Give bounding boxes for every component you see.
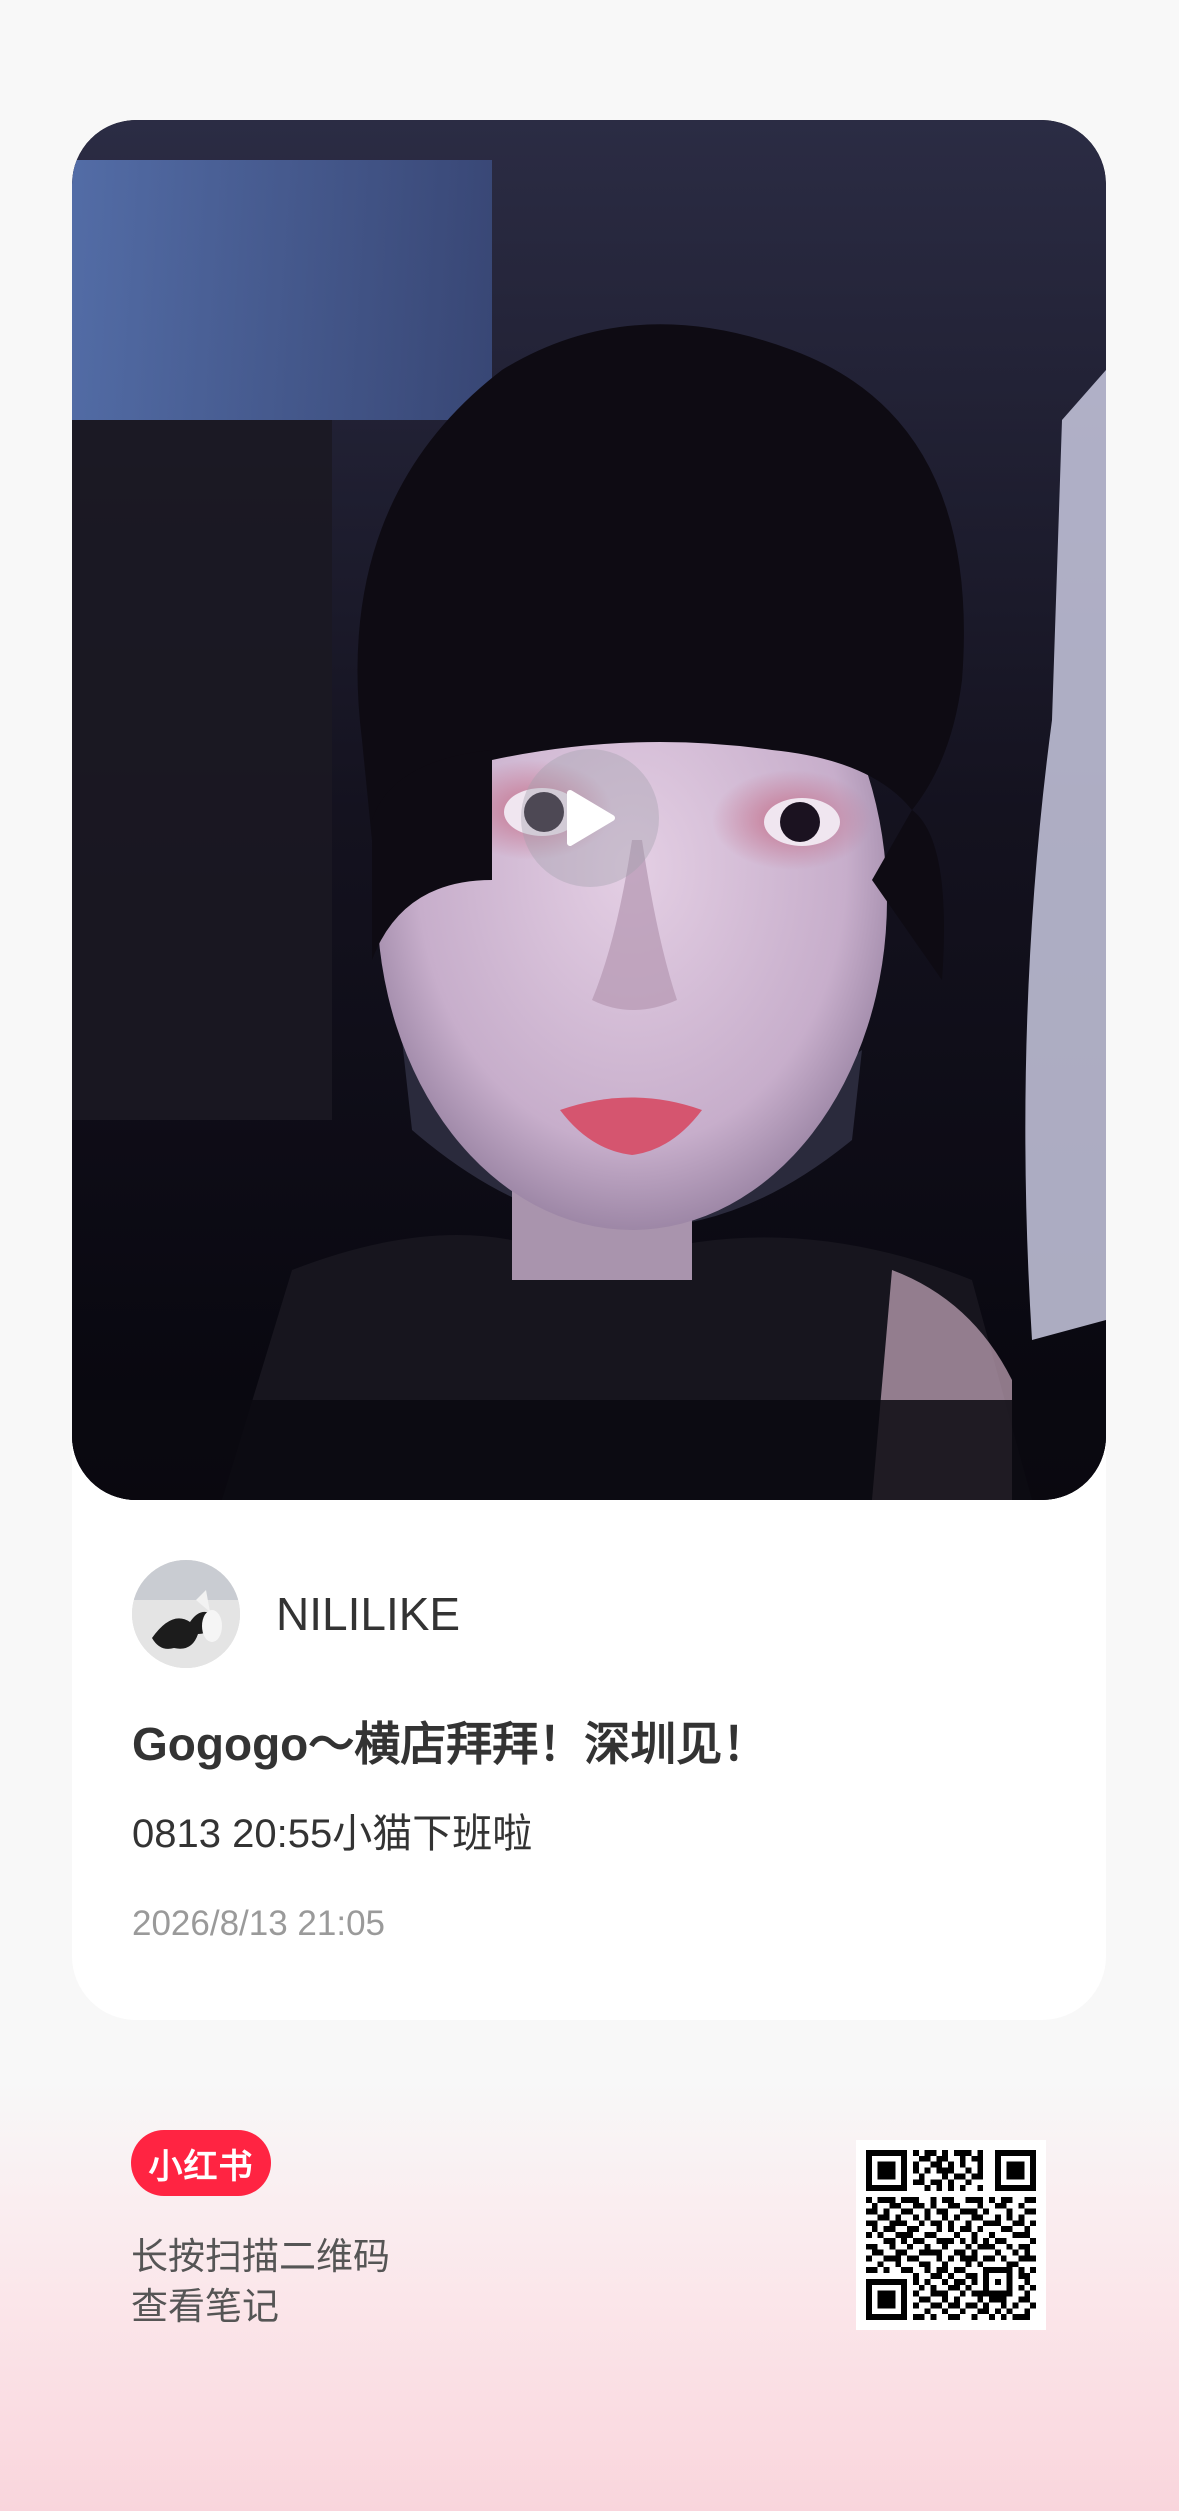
xiaohongshu-logo: 小红书 bbox=[131, 2130, 271, 2196]
qr-code[interactable] bbox=[856, 2140, 1046, 2330]
author-avatar[interactable] bbox=[132, 1560, 240, 1668]
note-description: 0813 20:55小猫下班啦 bbox=[132, 1812, 533, 1856]
play-button[interactable] bbox=[521, 749, 659, 887]
qr-code-icon bbox=[866, 2150, 1036, 2320]
scan-hint-line-2: 查看笔记 bbox=[131, 2286, 279, 2327]
scan-hint-line-1: 长按扫描二维码 bbox=[131, 2236, 390, 2277]
play-icon bbox=[567, 790, 615, 846]
note-date: 2026/8/13 21:05 bbox=[132, 1904, 386, 1943]
video-cover-image[interactable] bbox=[72, 120, 1106, 1500]
note-share-card: NILILIKE Gogogo～横店拜拜！深圳见！ 0813 20:55小猫下班… bbox=[72, 120, 1106, 2020]
author-name[interactable]: NILILIKE bbox=[276, 1586, 460, 1642]
note-title: Gogogo～横店拜拜！深圳见！ bbox=[132, 1718, 769, 1770]
